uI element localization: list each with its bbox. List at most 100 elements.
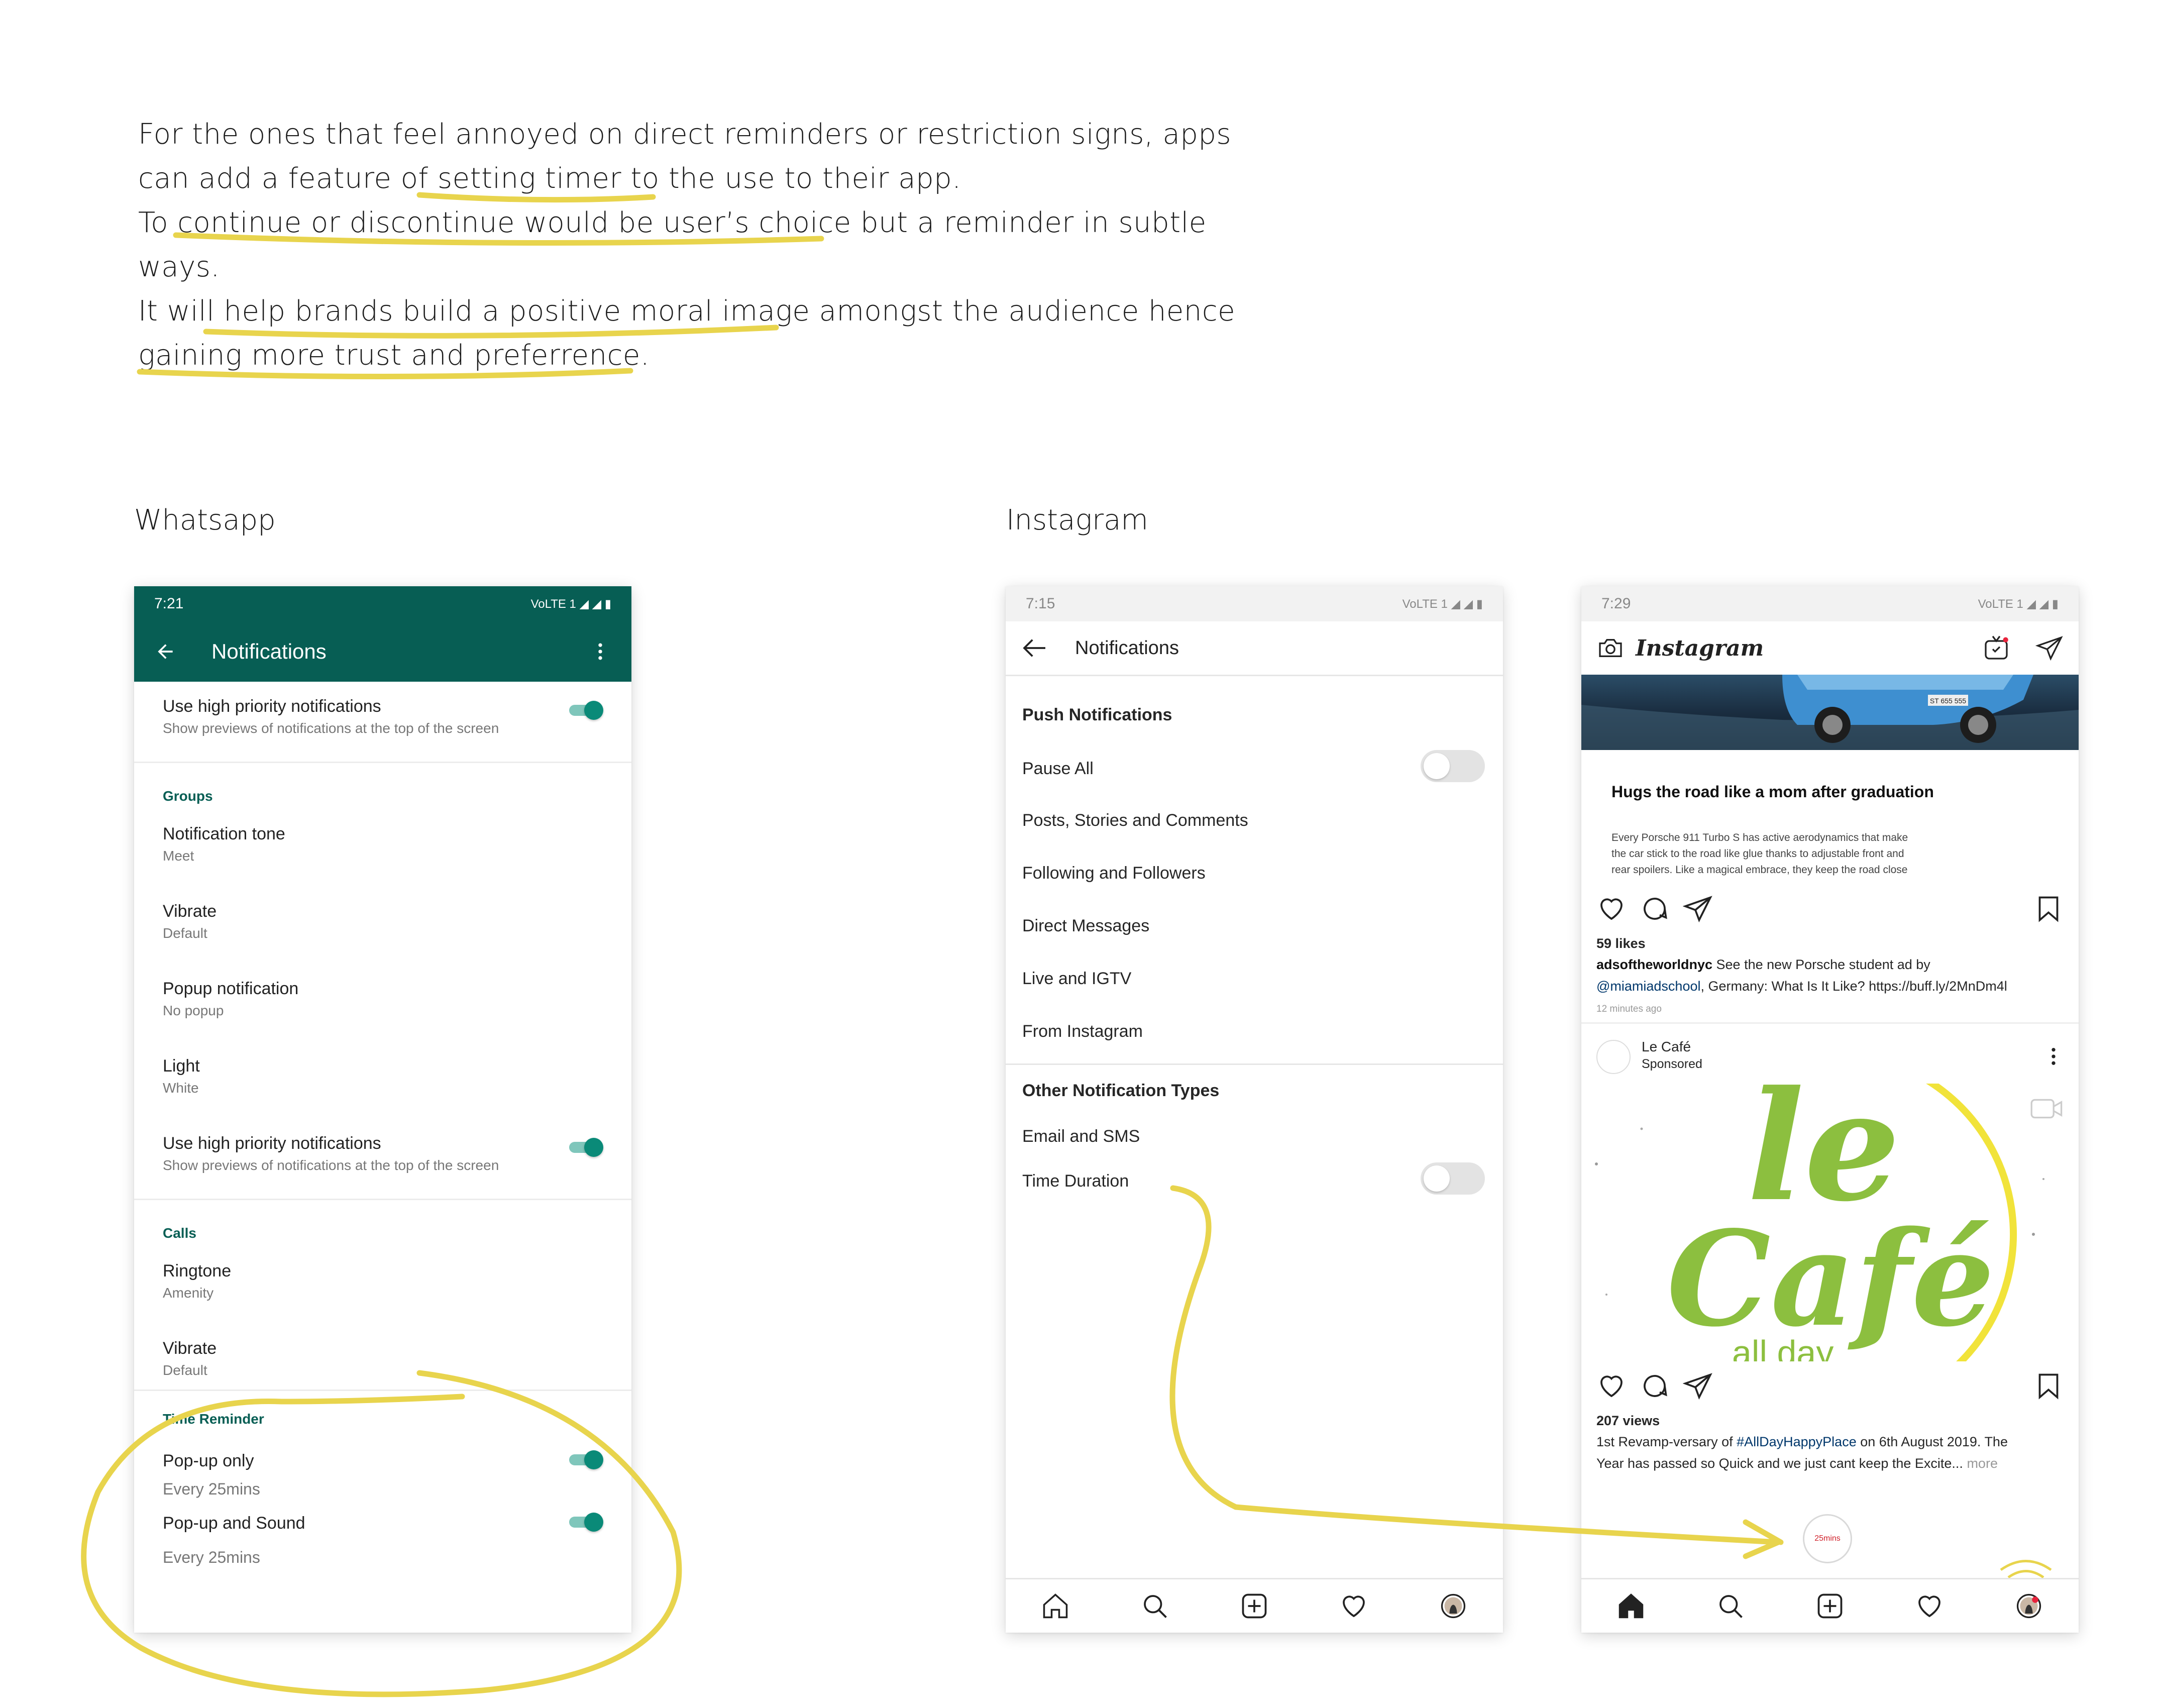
high-priority-row-1[interactable]: Use high priority notifications Show pre…	[134, 697, 631, 736]
post1-actions	[1596, 894, 2064, 924]
camera-icon[interactable]	[1596, 634, 1625, 662]
back-arrow-icon[interactable]	[1021, 634, 1049, 662]
account-name[interactable]: Le Café	[1642, 1039, 1691, 1055]
bookmark-icon[interactable]	[2033, 1371, 2064, 1401]
more-vert-icon[interactable]	[589, 640, 611, 663]
search-icon[interactable]	[1715, 1591, 1746, 1621]
post1-likes: 59 likes	[1596, 936, 1646, 951]
row-subtitle: Every 25mins	[163, 1548, 260, 1566]
comment-icon[interactable]	[1640, 894, 1670, 924]
row-title: Pop-up only	[163, 1451, 254, 1470]
intro-line-5: It will help brands build a positive mor…	[138, 295, 1236, 328]
row-subtitle: No popup	[163, 1003, 224, 1018]
post1-caption: adsoftheworldnyc See the new Porsche stu…	[1596, 954, 2064, 997]
row-title: Use high priority notifications	[163, 1134, 381, 1153]
feed-header: Instagram	[1581, 621, 2079, 675]
timer-badge-text: 25mins	[1814, 1534, 1841, 1543]
live-igtv-row[interactable]: Live and IGTV	[1006, 969, 1503, 989]
back-arrow-icon[interactable]	[154, 640, 176, 663]
row-title: Vibrate	[163, 902, 217, 921]
page-title: Notifications	[211, 639, 327, 663]
post1-timestamp: 12 minutes ago	[1596, 1004, 1662, 1014]
post1-username[interactable]: adsoftheworldnyc	[1596, 957, 1712, 972]
vibrate-row-1[interactable]: Vibrate Default	[134, 902, 631, 941]
row-subtitle: Meet	[163, 848, 194, 864]
notification-tone-row[interactable]: Notification tone Meet	[134, 824, 631, 864]
bookmark-icon[interactable]	[2033, 894, 2064, 924]
post2-actions	[1596, 1371, 2064, 1401]
popup-only-row[interactable]: Pop-up only Every 25mins	[134, 1450, 631, 1499]
hashtag-link[interactable]: #AllDayHappyPlace	[1737, 1434, 1857, 1449]
row-subtitle: Show previews of notifications at the to…	[163, 1157, 499, 1173]
ad-headline: Hugs the road like a mom after graduatio…	[1611, 783, 2054, 801]
high-priority-row-2[interactable]: Use high priority notifications Show pre…	[134, 1134, 631, 1173]
ad-body: Every Porsche 911 Turbo S has active aer…	[1611, 830, 2054, 878]
posts-stories-comments-row[interactable]: Posts, Stories and Comments	[1006, 811, 1503, 830]
light-row[interactable]: Light White	[134, 1056, 631, 1096]
time-duration-toggle[interactable]	[1421, 1162, 1485, 1195]
high-priority-toggle-1[interactable]	[569, 701, 603, 720]
bottom-tab-bar	[1581, 1578, 2079, 1633]
cafe-logo-allday: all day	[1732, 1333, 1833, 1361]
heart-icon[interactable]	[1914, 1591, 1945, 1621]
calls-header: Calls	[163, 1225, 196, 1241]
popup-sound-row[interactable]: Pop-up and Sound Every 25mins	[134, 1513, 631, 1567]
like-heart-icon[interactable]	[1596, 1371, 1627, 1401]
instagram-feed-screen: 7:29 VoLTE 1 ◢ ◢ ▮ Instagram ST 655 555 …	[1581, 586, 2079, 1633]
like-heart-icon[interactable]	[1596, 894, 1627, 924]
ad-body-line-1: Every Porsche 911 Turbo S has active aer…	[1611, 832, 1908, 843]
pause-all-row[interactable]: Pause All	[1006, 750, 1503, 782]
timer-reminder-badge[interactable]: 25mins	[1803, 1514, 1852, 1563]
row-title: Popup notification	[163, 979, 299, 998]
home-icon[interactable]	[1616, 1591, 1646, 1621]
share-icon[interactable]	[1683, 1371, 1713, 1401]
whatsapp-screen: 7:21 VoLTE 1 ◢ ◢ ▮ Notifications Use hig…	[134, 586, 631, 1633]
vibrate-row-2[interactable]: Vibrate Default	[134, 1339, 631, 1378]
other-notification-types-header: Other Notification Types	[1022, 1081, 1220, 1100]
pause-all-toggle[interactable]	[1421, 750, 1485, 782]
intro-line-4: ways.	[138, 251, 220, 283]
add-post-icon[interactable]	[1239, 1591, 1269, 1621]
ringtone-row[interactable]: Ringtone Amenity	[134, 1261, 631, 1301]
instagram-settings-screen: 7:15 VoLTE 1 ◢ ◢ ▮ Notifications Push No…	[1006, 586, 1503, 1633]
time-duration-row[interactable]: Time Duration	[1006, 1162, 1503, 1195]
direct-message-icon[interactable]	[2035, 634, 2064, 662]
popup-notification-row[interactable]: Popup notification No popup	[134, 979, 631, 1019]
igtv-icon[interactable]	[1982, 634, 2010, 662]
page-title: Notifications	[1075, 637, 1179, 659]
row-title: Notification tone	[163, 824, 285, 843]
license-plate: ST 655 555	[1930, 697, 1966, 705]
account-avatar[interactable]	[1596, 1040, 1631, 1074]
more-options-icon[interactable]	[2043, 1044, 2064, 1069]
push-notifications-header: Push Notifications	[1022, 705, 1172, 724]
status-icons: VoLTE 1 ◢ ◢ ▮	[530, 597, 611, 611]
heart-icon[interactable]	[1339, 1591, 1369, 1621]
intro-line-1: For the ones that feel annoyed on direct…	[138, 118, 1232, 151]
home-icon[interactable]	[1040, 1591, 1070, 1621]
from-instagram-row[interactable]: From Instagram	[1006, 1022, 1503, 1041]
comment-icon[interactable]	[1640, 1371, 1670, 1401]
divider	[134, 762, 631, 763]
search-icon[interactable]	[1140, 1591, 1170, 1621]
high-priority-toggle-2[interactable]	[569, 1138, 603, 1157]
mention-link[interactable]: @miamiadschool	[1596, 979, 1700, 994]
popup-only-toggle[interactable]	[569, 1450, 603, 1469]
share-icon[interactable]	[1683, 894, 1713, 924]
ad-body-line-2: the car stick to the road like glue than…	[1611, 848, 1904, 860]
row-title: Ringtone	[163, 1261, 232, 1280]
add-post-icon[interactable]	[1815, 1591, 1845, 1621]
popup-sound-toggle[interactable]	[569, 1513, 603, 1532]
following-followers-row[interactable]: Following and Followers	[1006, 864, 1503, 883]
intro-line-6: gaining more trust and preferrence.	[138, 339, 650, 372]
profile-avatar-icon[interactable]	[1438, 1591, 1468, 1621]
status-time: 7:21	[154, 595, 184, 612]
caption-text: , Germany: What Is It Like? https://buff…	[1700, 979, 2007, 994]
profile-avatar-icon[interactable]	[2014, 1591, 2044, 1621]
video-camera-icon	[2030, 1099, 2063, 1119]
divider	[1581, 1022, 2079, 1024]
groups-header: Groups	[163, 788, 213, 804]
more-link[interactable]: more	[1963, 1456, 1998, 1471]
email-sms-row[interactable]: Email and SMS	[1006, 1127, 1503, 1146]
direct-messages-row[interactable]: Direct Messages	[1006, 916, 1503, 936]
status-bar: 7:15 VoLTE 1 ◢ ◢ ▮	[1006, 586, 1503, 621]
